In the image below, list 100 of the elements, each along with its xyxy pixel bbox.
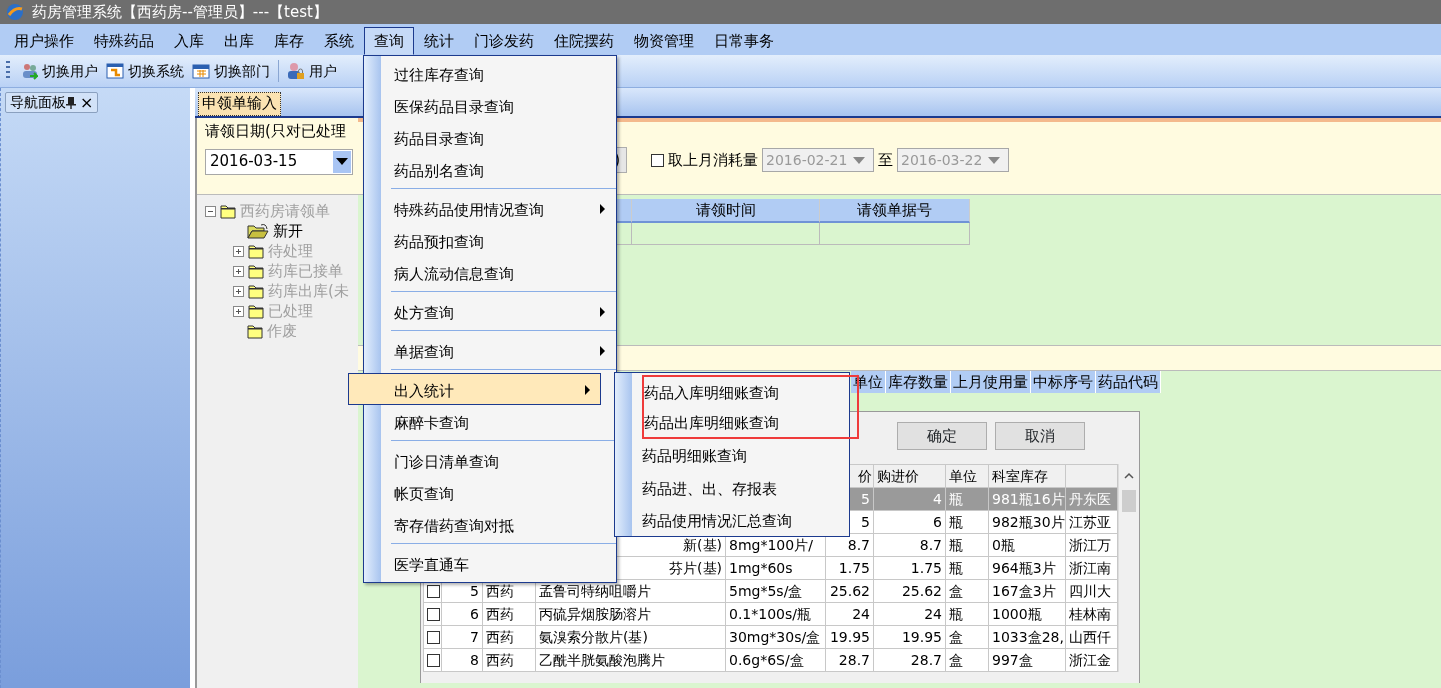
table-cell: 山西仟 (1069, 628, 1111, 645)
table-cell: 5 (470, 582, 479, 599)
table-cell: 25.62 (829, 582, 870, 599)
checkbox[interactable] (427, 584, 440, 598)
table-cell: 24 (924, 605, 942, 622)
menu-item[interactable]: 出库 (214, 27, 264, 55)
table-cell: 浙江金 (1069, 651, 1111, 668)
calendar-icon (192, 62, 210, 80)
open-folder-icon (247, 223, 269, 239)
checkbox[interactable] (427, 630, 440, 644)
dropdown-icon (853, 156, 865, 164)
app-logo-icon (6, 3, 24, 21)
table-cell: 167盒3片 (992, 582, 1056, 599)
menu-item[interactable]: 单据查询 (380, 334, 616, 366)
table-cell: 8.7 (847, 536, 870, 553)
table-cell: 25.62 (901, 582, 942, 599)
toolbar-button[interactable]: 切换用户 (16, 58, 102, 84)
menu-item[interactable]: 出入统计 (347, 373, 601, 405)
toolbar-button[interactable]: 用户 (283, 58, 341, 84)
checkbox[interactable] (651, 153, 664, 167)
menu-item[interactable]: 医保药品目录查询 (380, 89, 616, 121)
panel-title: 导航面板 (10, 93, 66, 112)
folder-icon (248, 263, 264, 279)
table-cell: 964瓶3片 (992, 559, 1056, 576)
table-cell: 1000瓶 (992, 605, 1042, 622)
menu-item[interactable]: 药品预扣查询 (380, 224, 616, 256)
column-header: 上月使用量 (951, 371, 1031, 393)
table-cell: 19.95 (901, 628, 942, 645)
menu-item[interactable]: 药品出库明细账查询 (644, 407, 857, 437)
window-icon (106, 62, 124, 80)
table-cell: 6 (933, 513, 942, 530)
menu-item[interactable]: 病人流动信息查询 (380, 256, 616, 288)
menu-item[interactable]: 门诊发药 (464, 27, 544, 55)
table-cell: 7 (470, 628, 479, 645)
menu-item[interactable]: 药品目录查询 (380, 121, 616, 153)
dropdown-icon (336, 158, 348, 165)
table-cell: 5 (861, 490, 870, 507)
tab[interactable]: 申领单输入 (198, 92, 281, 116)
checkbox[interactable] (427, 607, 440, 621)
range-label: 至 (878, 149, 893, 171)
menu-item[interactable]: 查询 (364, 27, 414, 55)
submenu-arrow-icon (584, 385, 590, 395)
checkbox[interactable] (427, 653, 440, 667)
column-header: 请领时间 (632, 199, 820, 223)
menu-item[interactable]: 寄存借药查询对抵 (380, 508, 616, 540)
dialog-button[interactable]: 取消 (995, 422, 1085, 450)
table-cell: 桂林南 (1069, 605, 1111, 622)
table-cell: 瓶 (949, 490, 963, 507)
table-cell: 瓶 (949, 536, 963, 553)
table-cell: 西药 (486, 582, 514, 599)
menu-item[interactable]: 医学直通车 (380, 547, 616, 579)
menu-item[interactable]: 药品别名查询 (380, 153, 616, 185)
menu-item[interactable]: 处方查询 (380, 295, 616, 327)
table-cell: 瓶 (949, 513, 963, 530)
table-cell: 盒 (949, 582, 963, 599)
date-field[interactable]: 2016-03-15 (205, 148, 353, 175)
column-header: 单位 (945, 464, 989, 488)
table-cell: 瓶 (949, 559, 963, 576)
toolbar-button[interactable]: 切换系统 (102, 58, 188, 84)
close-button[interactable]: × (80, 90, 94, 115)
menu-item[interactable]: 用户操作 (4, 27, 84, 55)
folder-icon (220, 203, 236, 219)
menu-item[interactable]: 门诊日清单查询 (380, 444, 616, 476)
menu-item[interactable]: 帐页查询 (380, 476, 616, 508)
menu-item[interactable]: 特殊药品 (84, 27, 164, 55)
column-header: 科室库存 (988, 464, 1066, 488)
menu-item[interactable]: 过往库存查询 (380, 57, 616, 89)
table-cell: 盒 (949, 628, 963, 645)
menu-item[interactable]: 药品使用情况汇总查询 (632, 504, 849, 537)
menu-item[interactable]: 麻醉卡查询 (380, 405, 616, 437)
window-title: 药房管理系统【西药房--管理员】---【test】 (32, 1, 328, 23)
menu-item[interactable]: 住院摆药 (544, 27, 624, 55)
folder-icon (248, 243, 264, 259)
menu-item[interactable]: 特殊药品使用情况查询 (380, 192, 616, 224)
table-cell: 西药 (486, 628, 514, 645)
table-cell: 8mg*100片/ (729, 536, 813, 553)
folder-icon (248, 283, 264, 299)
table-cell: 西药 (486, 651, 514, 668)
menu-item[interactable]: 统计 (414, 27, 464, 55)
table-cell: 8.7 (919, 536, 942, 553)
scroll-thumb[interactable] (1121, 489, 1136, 512)
menu-item[interactable]: 入库 (164, 27, 214, 55)
menu-item[interactable]: 库存 (264, 27, 314, 55)
table-cell: 芬片(基) (669, 559, 722, 576)
column-header: 购进价 (873, 464, 946, 488)
table-cell: 盒 (949, 651, 963, 668)
table-cell: 瓶 (949, 605, 963, 622)
table-cell: 浙江万 (1069, 536, 1111, 553)
pin-icon (66, 96, 76, 109)
menu-item[interactable]: 物资管理 (624, 27, 704, 55)
table-cell: 1033盒28, (992, 628, 1064, 645)
table-cell: 氨溴索分散片(基) (539, 628, 648, 645)
table-cell: 4 (933, 490, 942, 507)
submenu-arrow-icon (600, 346, 605, 356)
table-cell: 0.6g*6S/盒 (729, 651, 804, 668)
menu-item[interactable]: 日常事务 (704, 27, 784, 55)
user-lock-icon (287, 62, 305, 80)
toolbar-button[interactable]: 切换部门 (188, 58, 274, 84)
menu-item[interactable]: 系统 (314, 27, 364, 55)
dialog-button[interactable]: 确定 (897, 422, 987, 450)
